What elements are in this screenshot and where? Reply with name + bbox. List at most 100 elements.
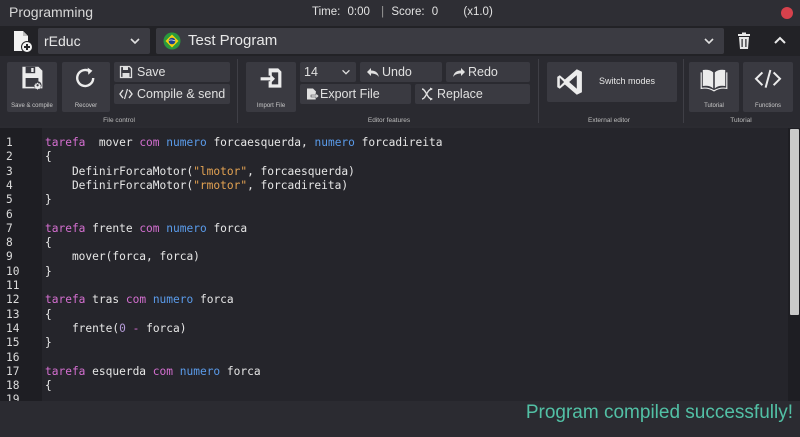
code-editor[interactable]: 1 2 3 4 5 6 7 8 9 10 11 12 13 14 15 16 17 18 19 tarefa mov… xyxy=(0,128,800,401)
redo-label: Redo xyxy=(468,65,498,79)
code-line[interactable]: { xyxy=(45,150,52,164)
functions-button[interactable]: Functions xyxy=(743,62,793,112)
recover-button[interactable]: Recover xyxy=(62,62,110,112)
code-line[interactable]: frente(0 - forca) xyxy=(45,322,187,336)
score-label: Score: xyxy=(391,6,425,18)
code-token: numero xyxy=(314,136,355,149)
save-button[interactable]: Save xyxy=(114,62,230,82)
code-token: numero xyxy=(152,293,194,307)
save-label: Save xyxy=(137,65,166,79)
title-bar: Programming Time: 0:00 | Score: 0 (x1.0) xyxy=(0,0,800,26)
status-bar: Program compiled successfully! xyxy=(0,401,800,437)
line-number: 10 xyxy=(6,264,20,278)
code-token: mover(forca, forca) xyxy=(45,250,200,264)
code-line[interactable]: tarefa tras com numero forca xyxy=(45,293,234,307)
code-token: numero xyxy=(179,364,221,378)
line-number: 16 xyxy=(6,350,20,364)
undo-icon xyxy=(367,68,379,77)
code-line[interactable]: mover(forca, forca) xyxy=(45,250,200,264)
code-token: com xyxy=(139,221,160,235)
export-icon xyxy=(307,88,319,100)
code-line[interactable]: tarefa mover com numero forcaesquerda, n… xyxy=(45,136,442,150)
external-editor-group-label: External editor xyxy=(588,117,630,124)
code-line[interactable]: tarefa frente com numero forca xyxy=(45,222,247,236)
window-title: Programming xyxy=(9,4,94,20)
line-number-gutter: 1 2 3 4 5 6 7 8 9 10 11 12 13 14 15 16 17 18 19 xyxy=(0,128,42,401)
code-token: { xyxy=(45,150,52,164)
code-token: tarefa xyxy=(45,293,86,307)
language-select[interactable]: rEduc xyxy=(38,28,150,54)
code-token: com xyxy=(125,293,147,307)
undo-label: Undo xyxy=(382,65,412,79)
code-token: , forcaesquerda) xyxy=(247,164,355,178)
line-number: 7 xyxy=(6,221,13,235)
code-token: "rmotor" xyxy=(193,178,248,192)
line-number: 9 xyxy=(6,250,13,264)
file-control-group-label: File control xyxy=(103,117,135,124)
new-file-icon[interactable] xyxy=(9,29,35,54)
code-text-area[interactable]: tarefa mover com numero forcaesquerda, n… xyxy=(42,128,788,401)
code-token: frente( xyxy=(45,321,120,335)
compile-send-button[interactable]: Compile & send xyxy=(114,84,230,104)
code-line[interactable]: tarefa esquerda com numero forca xyxy=(45,365,261,379)
code-token: "lmotor" xyxy=(193,164,248,178)
code-brackets-icon xyxy=(754,69,782,88)
code-token: { xyxy=(45,236,52,250)
export-file-button[interactable]: Export File xyxy=(300,84,411,104)
redo-button[interactable]: Redo xyxy=(446,62,530,82)
code-token: numero xyxy=(166,221,207,235)
code-token: mover xyxy=(85,136,140,149)
status-message: Program compiled successfully! xyxy=(525,402,793,423)
close-window-button[interactable] xyxy=(781,7,793,19)
scrollbar-thumb[interactable] xyxy=(790,129,799,315)
code-line[interactable]: { xyxy=(45,379,52,393)
chevron-up-icon[interactable] xyxy=(770,31,790,51)
code-line[interactable]: } xyxy=(45,265,52,279)
code-token: DefinirForcaMotor( xyxy=(45,164,194,178)
code-token: tarefa xyxy=(45,364,86,378)
line-number: 12 xyxy=(6,293,20,307)
import-file-button[interactable]: Import File xyxy=(246,62,296,112)
code-token: forca) xyxy=(139,321,187,335)
code-line[interactable]: { xyxy=(45,308,52,322)
line-number: 4 xyxy=(6,178,13,192)
program-select-value: Test Program xyxy=(188,32,278,49)
save-compile-button[interactable]: Save & compile xyxy=(7,62,57,112)
line-number: 3 xyxy=(6,164,13,178)
program-select[interactable]: Test Program xyxy=(156,28,724,54)
code-line[interactable]: } xyxy=(45,193,52,207)
code-line[interactable]: DefinirForcaMotor("lmotor", forcaesquerd… xyxy=(45,165,355,179)
undo-button[interactable]: Undo xyxy=(360,62,442,82)
import-icon xyxy=(260,68,282,88)
replace-button[interactable]: Replace xyxy=(415,84,530,104)
code-token: frente xyxy=(85,221,140,235)
trash-icon[interactable] xyxy=(733,30,755,52)
line-number: 5 xyxy=(6,193,13,207)
book-icon xyxy=(700,69,728,92)
score-multiplier: (x1.0) xyxy=(463,6,493,18)
code-token: } xyxy=(45,264,52,278)
font-size-value: 14 xyxy=(304,65,318,79)
line-number: 1 xyxy=(6,136,13,149)
code-token: { xyxy=(45,379,52,393)
code-token: forcaesquerda, xyxy=(206,136,315,149)
tutorial-label: Tutorial xyxy=(704,103,724,109)
code-line[interactable]: } xyxy=(45,336,52,350)
code-line[interactable]: DefinirForcaMotor("rmotor", forcadireita… xyxy=(45,179,348,193)
line-number: 14 xyxy=(6,321,20,335)
code-token: tarefa xyxy=(45,136,86,149)
recover-label: Recover xyxy=(74,103,98,109)
code-token: } xyxy=(45,336,52,350)
tutorial-button[interactable]: Tutorial xyxy=(689,62,739,112)
switch-modes-button[interactable]: Switch modes xyxy=(547,62,677,102)
code-icon xyxy=(119,88,133,100)
floppy-disk-icon xyxy=(22,66,43,90)
font-size-select[interactable]: 14 xyxy=(300,62,356,82)
code-line[interactable]: { xyxy=(45,236,52,250)
line-number: 19 xyxy=(6,393,20,401)
refresh-icon xyxy=(76,67,95,88)
brazil-flag-icon xyxy=(163,32,181,50)
tutorial-group-label: Tutorial xyxy=(730,117,752,124)
stats-divider: | xyxy=(381,6,385,18)
